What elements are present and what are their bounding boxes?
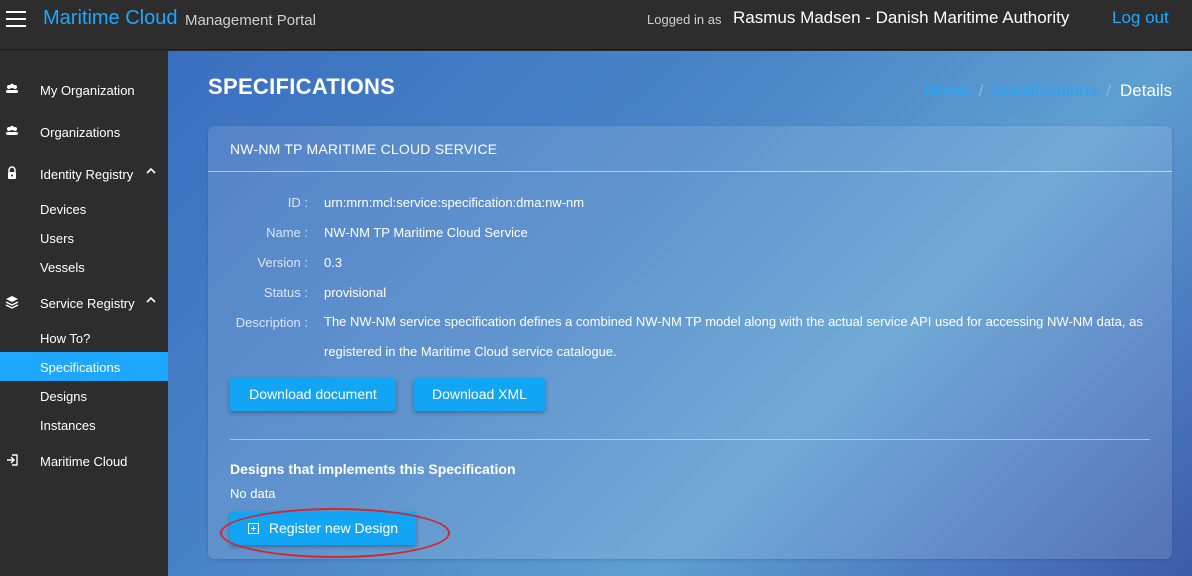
download-xml-button[interactable]: Download XML [414,378,545,411]
sidebar: My Organization Organizations Identity R… [0,51,168,576]
breadcrumb: Home / Specifications / Details [924,81,1172,101]
sidebar-item-how-to[interactable]: How To? [0,323,168,352]
sidebar-item-label: Identity Registry [40,167,134,182]
sidebar-item-label: Instances [40,418,96,433]
breadcrumb-details: Details [1120,81,1172,100]
register-new-design-button[interactable]: Register new Design [230,512,416,545]
sidebar-item-label: Devices [40,202,87,217]
breadcrumb-home[interactable]: Home [924,81,969,100]
version-value: 0.3 [324,255,343,270]
id-value: urn:mrn:mcl:service:specification:dma:nw… [324,195,585,210]
brand-subtitle: Management Portal [185,12,316,29]
sidebar-item-label: Users [40,231,74,246]
logged-in-label: Logged in as [647,12,722,27]
group-icon [5,82,19,96]
sidebar-item-vessels[interactable]: Vessels [0,252,168,281]
divider [230,439,1150,440]
layers-icon [5,295,19,309]
designs-section-title: Designs that implements this Specificati… [230,461,516,477]
group-icon [5,124,19,138]
lock-icon [5,166,19,180]
breadcrumb-specifications[interactable]: Specifications [992,81,1097,100]
description-label: Description : [235,315,308,330]
download-document-button[interactable]: Download document [230,378,396,411]
sidebar-item-instances[interactable]: Instances [0,410,168,439]
status-value: provisional [324,285,387,300]
sign-in-icon [5,453,19,467]
page-title: SPECIFICATIONS [208,74,396,99]
plus-square-icon [247,523,259,534]
top-bar: Maritime Cloud Management Portal Logged … [0,0,1192,50]
main-content: SPECIFICATIONS Home / Specifications / Detai… [168,51,1192,576]
chevron-up-icon[interactable] [145,165,157,180]
breadcrumb-separator: / [1106,81,1112,100]
breadcrumb-separator: / [978,81,984,100]
no-data-text: No data [230,486,276,501]
specification-card: NW-NM TP MARITIME CLOUD SERVICE ID : urn… [208,126,1172,559]
description-value: The NW-NM service specification defines … [324,314,1143,359]
sidebar-item-my-organization[interactable]: My Organization [0,75,168,104]
sidebar-item-specifications[interactable]: Specifications [0,352,168,381]
sidebar-item-designs[interactable]: Designs [0,381,168,410]
sidebar-item-label: My Organization [40,83,135,98]
sidebar-item-label: Vessels [40,260,85,275]
card-title: NW-NM TP MARITIME CLOUD SERVICE [230,141,498,157]
sidebar-item-devices[interactable]: Devices [0,194,168,223]
register-button-label: Register new Design [268,520,399,536]
sidebar-item-organizations[interactable]: Organizations [0,117,168,146]
sidebar-item-users[interactable]: Users [0,223,168,252]
sidebar-item-label: Organizations [40,125,121,140]
sidebar-item-label: Service Registry [40,296,135,311]
sidebar-item-label: Designs [40,389,87,404]
brand-title[interactable]: Maritime Cloud [43,7,177,30]
card-header: NW-NM TP MARITIME CLOUD SERVICE [208,126,1172,172]
sidebar-item-maritime-cloud[interactable]: Maritime Cloud [0,446,168,475]
name-label: Name : [266,225,308,240]
menu-icon[interactable] [6,11,26,27]
status-label: Status : [263,285,308,300]
sidebar-item-label: Specifications [40,360,121,375]
sidebar-item-identity-registry[interactable]: Identity Registry [0,159,168,188]
sidebar-item-service-registry[interactable]: Service Registry [0,288,168,317]
chevron-up-icon[interactable] [145,294,157,309]
sidebar-item-label: Maritime Cloud [40,454,128,469]
version-label: Version : [257,255,308,270]
sidebar-item-label: How To? [40,331,91,346]
id-label: ID : [287,195,308,210]
logout-link[interactable]: Log out [1112,8,1169,28]
name-value: NW-NM TP Maritime Cloud Service [324,225,528,240]
current-user: Rasmus Madsen - Danish Maritime Authorit… [733,8,1070,27]
